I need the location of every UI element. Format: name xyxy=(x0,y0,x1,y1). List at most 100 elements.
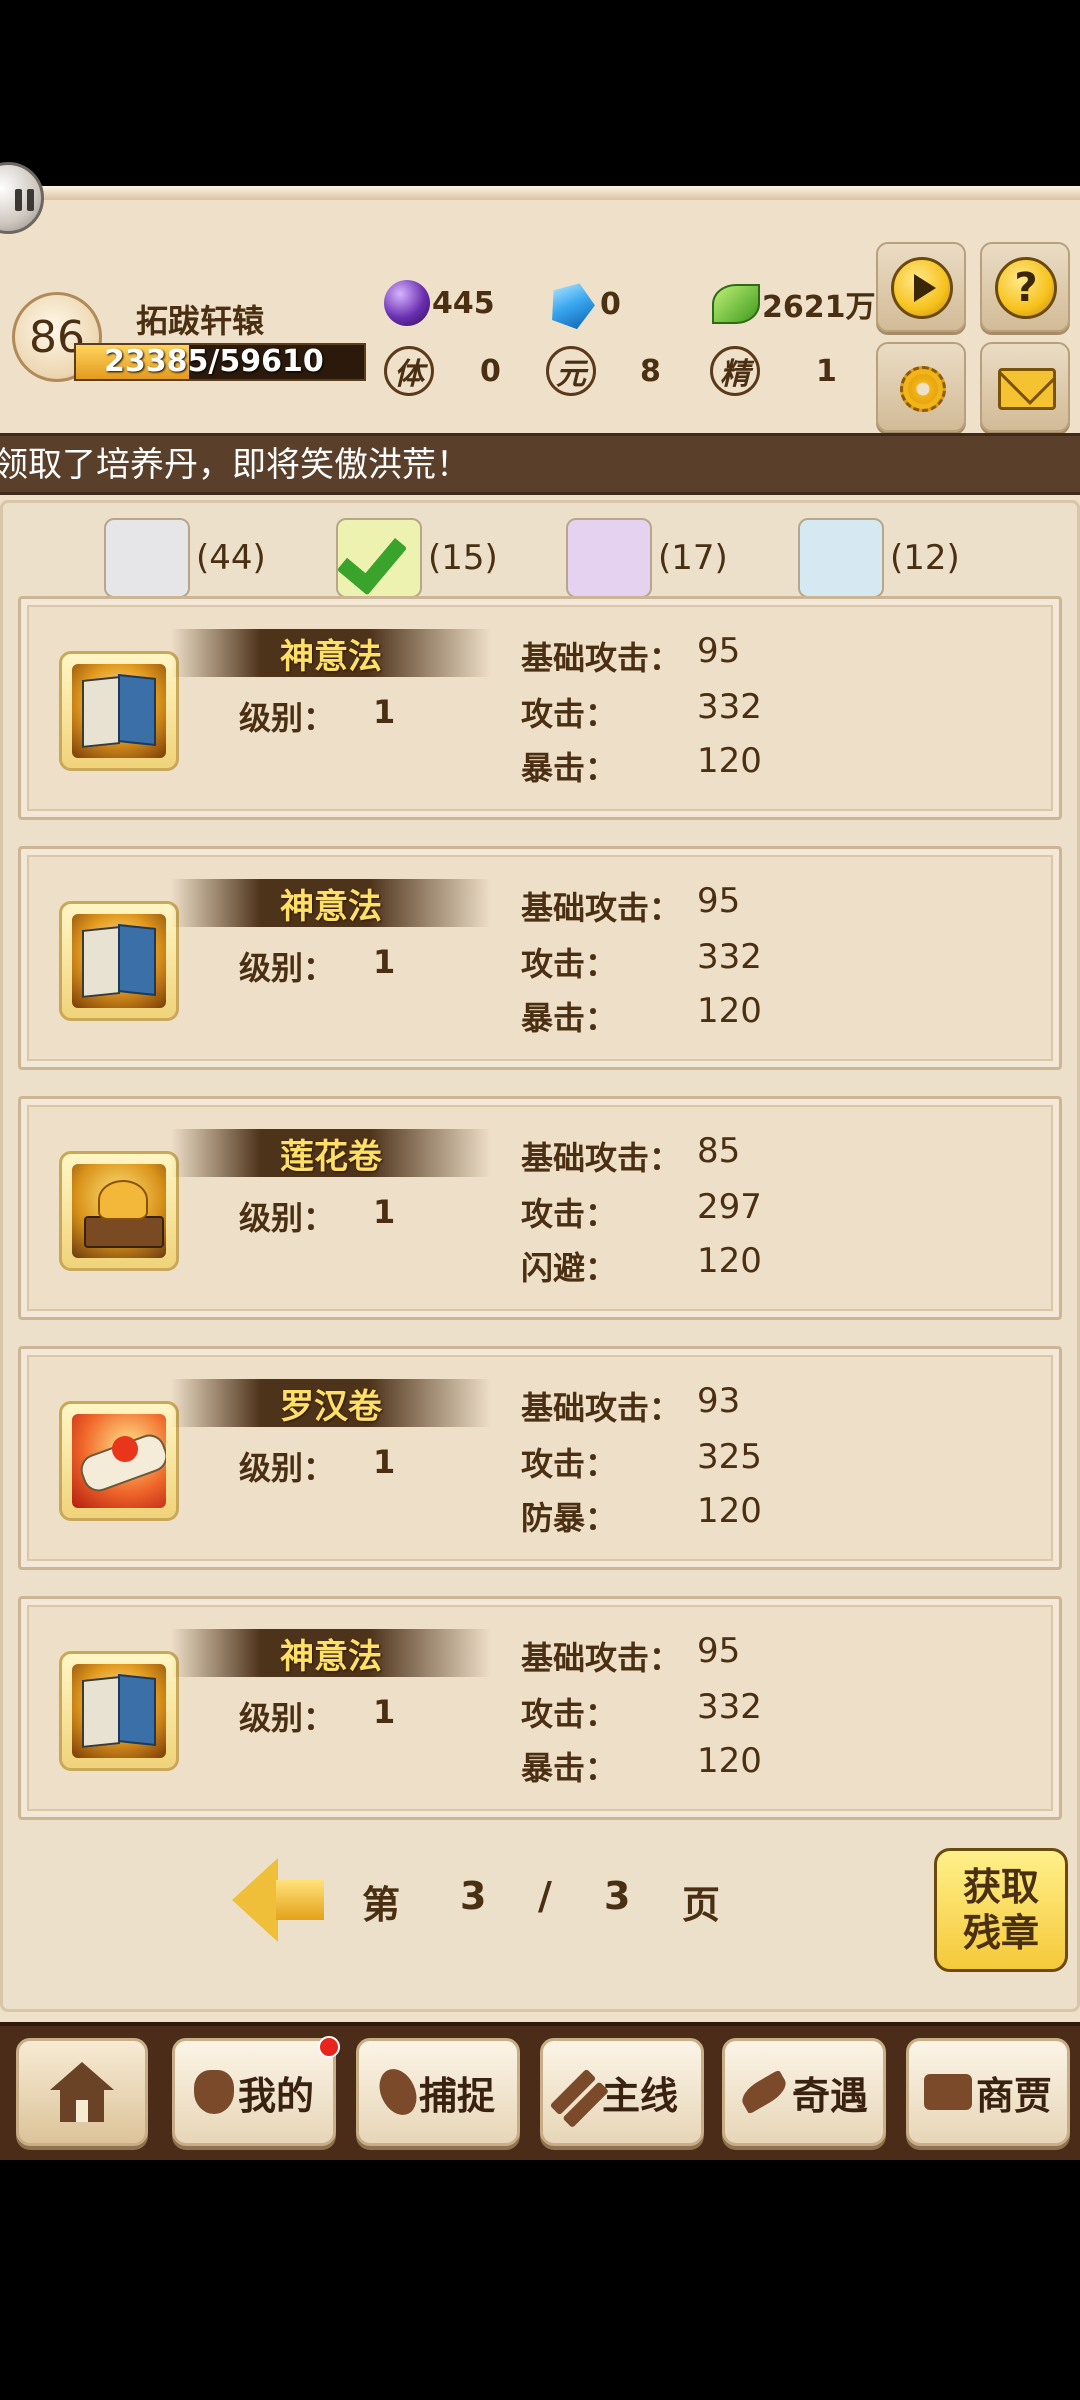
filter-tab-white[interactable]: (44) xyxy=(104,518,266,598)
stat-value: 332 xyxy=(697,937,762,977)
left-arrow-shaft xyxy=(276,1880,324,1920)
exp-text: 23385/59610 xyxy=(104,344,324,379)
filter-count: (15) xyxy=(428,538,498,578)
pause-icon xyxy=(15,189,22,211)
item-name: 莲花卷 xyxy=(280,1136,382,1177)
level-label: 级别： xyxy=(239,1699,336,1737)
prev-page-button[interactable] xyxy=(232,1858,324,1942)
nav-main-quest[interactable]: 主线 xyxy=(540,2038,704,2146)
pause-icon-bar xyxy=(27,189,34,211)
stat-value: 95 xyxy=(697,1631,741,1671)
page-separator: / xyxy=(538,1874,552,1918)
exp-bar: 23385/59610 xyxy=(74,343,366,381)
stat-value: 95 xyxy=(697,631,741,671)
level-value: 1 xyxy=(373,1193,396,1231)
stat-label: 攻击： xyxy=(521,945,618,983)
get-fragments-line1: 获取 xyxy=(962,1865,1039,1909)
play-button[interactable] xyxy=(876,242,966,332)
stat-label: 基础攻击： xyxy=(521,1389,682,1427)
item-icon-frame xyxy=(59,901,179,1021)
scroll-icon xyxy=(72,1414,166,1508)
green-leaf-coin-icon xyxy=(712,284,760,324)
item-card[interactable]: 神意法 级别： 1 基础攻击： 95 攻击： 332 暴击： 120 xyxy=(18,1596,1062,1820)
level-label: 级别： xyxy=(239,949,336,987)
filter-tab-purple[interactable]: (17) xyxy=(566,518,728,598)
crossed-swords-icon xyxy=(549,2068,597,2116)
stat-value: 297 xyxy=(697,1187,762,1227)
stat-label: 暴击： xyxy=(521,1749,618,1787)
stat-value: 332 xyxy=(697,687,762,727)
stat-value: 93 xyxy=(697,1381,741,1421)
item-name-banner: 神意法 xyxy=(171,1629,491,1677)
stat-value: 120 xyxy=(697,991,762,1031)
yuan-stat-seal-icon: 元 xyxy=(546,346,596,396)
stat-label: 基础攻击： xyxy=(521,1139,682,1177)
stat-label: 攻击： xyxy=(521,1445,618,1483)
get-fragments-button[interactable]: 获取 残章 xyxy=(934,1848,1068,1972)
purple-gem-count: 445 xyxy=(384,280,495,326)
stat-value: 325 xyxy=(697,1437,762,1477)
stat-value: 120 xyxy=(697,1241,762,1281)
play-icon xyxy=(891,257,953,319)
purple-gem-value: 445 xyxy=(432,285,495,321)
chest-icon xyxy=(923,2074,972,2110)
item-icon-frame xyxy=(59,1651,179,1771)
item-card[interactable]: 罗汉卷 级别： 1 基础攻击： 93 攻击： 325 防暴： 120 xyxy=(18,1346,1062,1570)
nav-home[interactable] xyxy=(16,2038,148,2146)
item-card[interactable]: 神意法 级别： 1 基础攻击： 95 攻击： 332 暴击： 120 xyxy=(18,596,1062,820)
blue-quality-swatch xyxy=(798,518,884,598)
item-name-banner: 莲花卷 xyxy=(171,1129,491,1177)
purple-gem-icon xyxy=(384,280,430,326)
filter-count: (12) xyxy=(890,538,960,578)
stat-value: 95 xyxy=(697,881,741,921)
player-name: 拓跋轩辕 xyxy=(136,302,265,340)
stat-value: 85 xyxy=(697,1131,741,1171)
stat-label: 暴击： xyxy=(521,749,618,787)
green-coin-value: 2621万 xyxy=(762,290,876,325)
nav-adventure[interactable]: 奇遇 xyxy=(722,2038,886,2146)
item-icon-frame xyxy=(59,651,179,771)
get-fragments-line2: 残章 xyxy=(962,1911,1039,1955)
stat-value: 120 xyxy=(697,1741,762,1781)
nav-label: 奇遇 xyxy=(791,2073,868,2118)
yuan-stat-value: 8 xyxy=(640,354,661,389)
stat-value: 120 xyxy=(697,741,762,781)
body-stat-seal-icon: 体 xyxy=(384,346,434,396)
mail-button[interactable] xyxy=(980,342,1070,432)
filter-tab-blue[interactable]: (12) xyxy=(798,518,960,598)
filter-tab-green[interactable]: (15) xyxy=(336,518,498,598)
nav-label: 主线 xyxy=(601,2073,678,2118)
item-name-banner: 罗汉卷 xyxy=(171,1379,491,1427)
item-card[interactable]: 神意法 级别： 1 基础攻击： 95 攻击： 332 暴击： 120 xyxy=(18,846,1062,1070)
stat-label: 闪避： xyxy=(521,1249,618,1287)
blue-diamond-icon xyxy=(544,276,600,332)
mail-icon xyxy=(998,368,1056,410)
level-value: 1 xyxy=(373,943,396,981)
item-name: 神意法 xyxy=(280,886,382,927)
book-icon xyxy=(72,914,166,1008)
stat-label: 基础攻击： xyxy=(521,1639,682,1677)
stat-label: 防暴： xyxy=(521,1499,618,1537)
blue-diamond-count: 0 xyxy=(550,282,621,326)
purple-quality-swatch xyxy=(566,518,652,598)
item-name: 罗汉卷 xyxy=(280,1386,382,1427)
nav-mine[interactable]: 我的 xyxy=(172,2038,336,2146)
body-stat-value: 0 xyxy=(480,354,501,389)
level-value: 1 xyxy=(373,1693,396,1731)
page-suffix: 页 xyxy=(682,1883,721,1927)
stat-label: 基础攻击： xyxy=(521,889,682,927)
nav-merchant[interactable]: 商贾 xyxy=(906,2038,1070,2146)
help-button[interactable]: ? xyxy=(980,242,1070,332)
item-name: 神意法 xyxy=(280,1636,382,1677)
home-icon xyxy=(50,2062,114,2122)
book-icon xyxy=(72,664,166,758)
net-icon xyxy=(372,2063,424,2121)
level-value: 1 xyxy=(373,693,396,731)
settings-button[interactable] xyxy=(876,342,966,432)
page-total: 3 xyxy=(604,1874,631,1918)
stat-label: 暴击： xyxy=(521,999,618,1037)
level-label: 级别： xyxy=(239,1449,336,1487)
item-card[interactable]: 莲花卷 级别： 1 基础攻击： 85 攻击： 297 闪避： 120 xyxy=(18,1096,1062,1320)
green-coin-count: 2621万 xyxy=(712,282,876,326)
nav-capture[interactable]: 捕捉 xyxy=(356,2038,520,2146)
